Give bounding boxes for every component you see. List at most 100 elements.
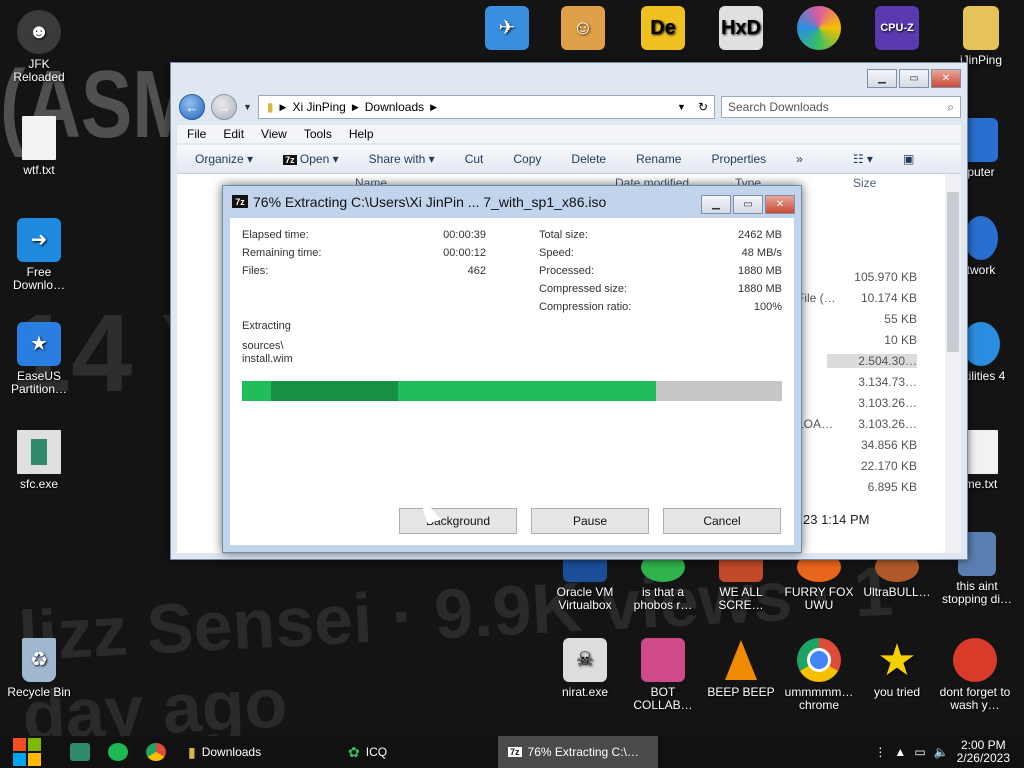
delete-button[interactable]: Delete <box>571 152 606 166</box>
spotify-taskbar-icon[interactable] <box>108 743 128 761</box>
taskbar-task-downloads[interactable]: ▮ Downloads <box>178 736 338 768</box>
current-path: sources\ <box>242 340 284 352</box>
desktop-icon-nirat[interactable]: ☠ nirat.exe <box>548 638 622 699</box>
size-cell: 3.103.26… <box>858 396 917 410</box>
tray-overflow-icon[interactable]: ⋮ <box>874 745 886 759</box>
desktop-icon-jinping-folder[interactable]: iJinPing <box>944 6 1018 67</box>
desktop-icon-label: sfc.exe <box>19 477 58 491</box>
desktop-icon-hxd[interactable]: HxD <box>704 6 778 54</box>
icq-flower-icon: ✿ <box>348 743 360 760</box>
background-button[interactable]: Background <box>399 508 517 534</box>
status-text: Extracting <box>242 320 291 332</box>
copy-button[interactable]: Copy <box>513 152 541 166</box>
remaining-time-label: Remaining time: <box>242 247 322 259</box>
clock[interactable]: 2:00 PM 2/26/2023 <box>957 739 1010 765</box>
extract-progress-bar <box>242 381 782 401</box>
scrollbar-thumb[interactable] <box>947 192 959 352</box>
size-cell: 22.170 KB <box>860 459 917 473</box>
desktop-icon-label: twork <box>966 263 996 277</box>
close-button[interactable]: ✕ <box>931 69 961 88</box>
cpuz-app-icon: CPU-Z <box>875 6 919 50</box>
network-tray-icon[interactable]: ▭ <box>914 745 925 759</box>
address-bar[interactable]: ▮ ▶ Xi JinPing ▶ Downloads ▶ ▼ ↻ <box>257 95 715 119</box>
sfc-taskbar-icon[interactable] <box>70 743 90 761</box>
breadcrumb-xi-jinping[interactable]: Xi JinPing <box>292 100 345 114</box>
tray-expand-icon[interactable]: ▲ <box>894 745 906 759</box>
back-button[interactable]: ← <box>179 94 205 120</box>
desktop-icon-wtf-txt[interactable]: wtf.txt <box>2 116 76 177</box>
menu-edit[interactable]: Edit <box>223 127 244 141</box>
search-icon[interactable]: ⌕ <box>947 100 954 115</box>
volume-icon[interactable]: 🔈 <box>934 745 949 759</box>
monitor-pink-icon <box>641 638 685 682</box>
menu-tools[interactable]: Tools <box>304 127 332 141</box>
desktop-icon-chrome[interactable]: ummmmm… chrome <box>782 638 856 712</box>
current-file: install.wim <box>242 353 293 365</box>
chrome-taskbar-icon[interactable] <box>146 743 166 761</box>
desktop-icon-phobos[interactable]: is that a phobos r… <box>626 552 700 612</box>
size-cell: 10 KB <box>884 333 917 347</box>
extract-progress-dialog[interactable]: 7z 76% Extracting C:\Users\Xi JinPin ...… <box>222 185 802 553</box>
dialog-titlebar[interactable]: 7z 76% Extracting C:\Users\Xi JinPin ...… <box>223 186 801 218</box>
search-input[interactable]: Search Downloads ⌕ <box>721 96 961 118</box>
taskbar-task-icq[interactable]: ✿ ICQ <box>338 736 498 768</box>
desktop-icon-furry-fox[interactable]: FURRY FOX UWU <box>782 552 856 612</box>
menu-help[interactable]: Help <box>349 127 374 141</box>
view-options-icon[interactable]: ☷ ▾ <box>853 152 873 166</box>
dialog-minimize-button[interactable]: ▁ <box>701 195 731 214</box>
desktop-icon-label: Recycle Bin <box>7 685 71 699</box>
dialog-close-button[interactable]: ✕ <box>765 195 795 214</box>
column-size[interactable]: Size <box>853 176 876 190</box>
rename-button[interactable]: Rename <box>636 152 681 166</box>
desktop-icon-doctor[interactable]: ☺ <box>546 6 620 54</box>
share-with-button[interactable]: Share with ▾ <box>369 152 435 166</box>
hxd-app-icon: HxD <box>719 6 763 50</box>
desktop-icon-cpuz[interactable]: CPU-Z <box>860 6 934 54</box>
desktop-icon-we-all-scream[interactable]: WE ALL SCRE… <box>704 552 778 612</box>
size-cell: 3.134.73… <box>858 375 917 389</box>
speed-value: 48 MB/s <box>741 247 782 259</box>
desktop-icon-pinwheel[interactable] <box>782 6 856 54</box>
breadcrumb-separator-icon: ▶ <box>279 101 287 112</box>
compression-ratio-label: Compression ratio: <box>539 301 632 313</box>
star-icon: ★ <box>877 635 917 685</box>
taskbar-task-7zip[interactable]: 7z 76% Extracting C:\… <box>498 736 658 768</box>
speed-label: Speed: <box>539 247 574 259</box>
address-dropdown-icon[interactable]: ▼ <box>677 102 686 112</box>
cut-button[interactable]: Cut <box>465 152 484 166</box>
start-button[interactable] <box>10 736 44 768</box>
desktop-icon-sfc[interactable]: sfc.exe <box>2 430 76 491</box>
desktop-icon-de[interactable]: De <box>626 6 700 54</box>
minimize-button[interactable]: ▁ <box>867 69 897 88</box>
desktop-icon-bot-collab[interactable]: BOT COLLAB… <box>626 638 700 712</box>
breadcrumb-downloads[interactable]: Downloads <box>365 100 424 114</box>
dialog-maximize-button[interactable]: ▭ <box>733 195 763 214</box>
desktop-icon-easeus[interactable]: ★ EaseUS Partition… <box>2 322 76 396</box>
explorer-titlebar[interactable]: ▁ ▭ ✕ <box>171 63 967 93</box>
refresh-icon[interactable]: ↻ <box>692 100 714 114</box>
desktop-icon-label: WE ALL SCRE… <box>718 585 764 612</box>
menu-file[interactable]: File <box>187 127 206 141</box>
pause-button[interactable]: Pause <box>531 508 649 534</box>
desktop-icon-ccleaner[interactable]: dont forget to wash y… <box>938 638 1012 712</box>
file-list-scrollbar[interactable] <box>945 174 961 553</box>
compressed-size-label: Compressed size: <box>539 283 628 295</box>
organize-button[interactable]: Organize ▾ <box>195 152 253 166</box>
desktop-icon-you-tried[interactable]: ★ you tried <box>860 638 934 699</box>
desktop-icon-jfk[interactable]: ☻ JFK Reloaded <box>2 10 76 84</box>
cancel-button[interactable]: Cancel <box>663 508 781 534</box>
maximize-button[interactable]: ▭ <box>899 69 929 88</box>
preview-pane-icon[interactable]: ▣ <box>903 152 914 166</box>
forward-button[interactable]: → <box>211 94 237 120</box>
vlc-cone-icon <box>719 638 763 682</box>
desktop-icon-virtualbox[interactable]: Oracle VM Virtualbox <box>548 552 622 612</box>
desktop-icon-airplane[interactable]: ✈ <box>470 6 544 54</box>
menu-view[interactable]: View <box>261 127 287 141</box>
desktop-icon-recycle-bin[interactable]: ♻ Recycle Bin <box>2 638 76 699</box>
properties-button[interactable]: Properties <box>711 152 766 166</box>
desktop-icon-free-download[interactable]: ➜ Free Downlo… <box>2 218 76 292</box>
open-button[interactable]: 7z Open ▾ <box>283 152 339 166</box>
history-dropdown-icon[interactable]: ▼ <box>243 102 252 112</box>
desktop-icon-beep-beep[interactable]: BEEP BEEP <box>704 638 778 699</box>
more-chevron-icon[interactable]: » <box>796 152 803 166</box>
